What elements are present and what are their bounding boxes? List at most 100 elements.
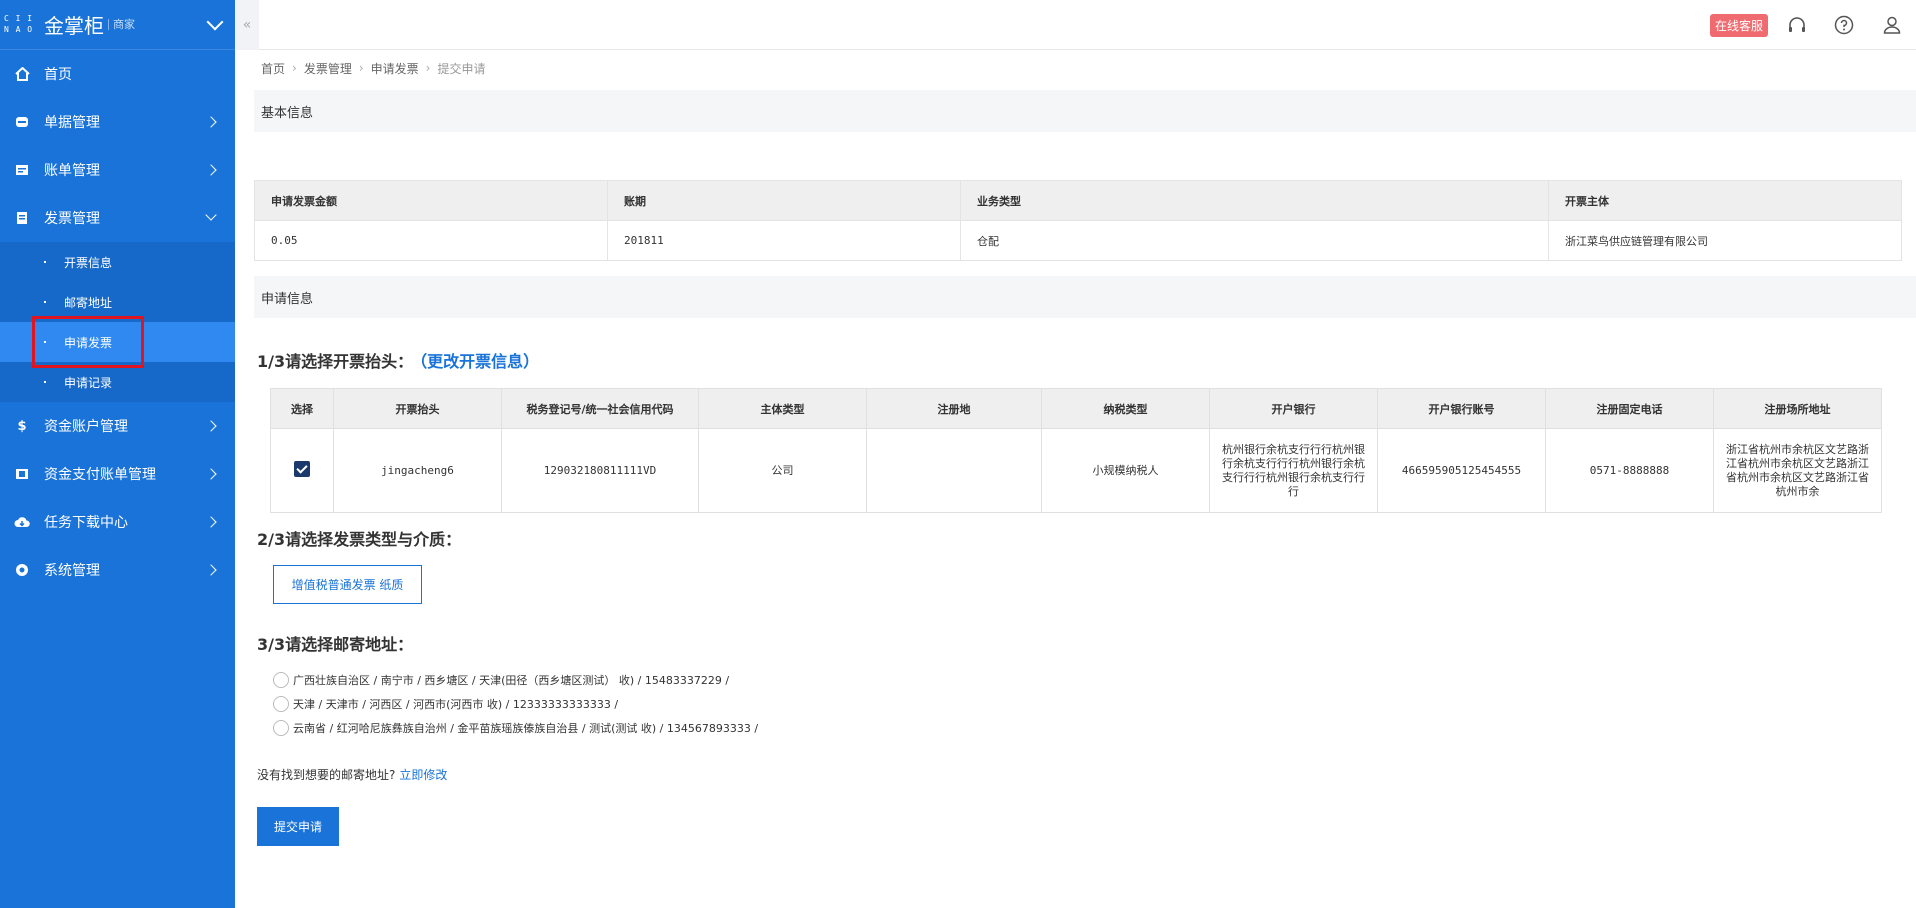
breadcrumb-separator-icon: › <box>425 61 431 75</box>
address-radio[interactable] <box>273 696 289 712</box>
step2-title: 2/3请选择发票类型与介质： <box>257 530 462 549</box>
chevron-down-icon[interactable] <box>206 13 224 30</box>
table-cell-amount: 0.05 <box>254 220 608 261</box>
column-header: 业务类型 <box>960 180 1549 221</box>
column-header: 开户银行账号 <box>1377 388 1546 429</box>
breadcrumb-item[interactable]: 首页 <box>261 60 285 77</box>
document-icon <box>14 114 30 130</box>
payment-icon <box>14 466 30 482</box>
breadcrumb-separator-icon: › <box>358 61 364 75</box>
logo-bar: C I IN A O 金掌柜 商家 <box>0 0 235 50</box>
table-row: jingacheng6 129032180811111VD 公司 小规模纳税人 … <box>270 428 1882 513</box>
sidebar-subitem-invoice-info[interactable]: 开票信息 <box>0 242 235 282</box>
chevron-down-icon <box>205 209 217 221</box>
top-bar: « 在线客服 <box>235 0 1916 50</box>
change-invoice-info-link[interactable]: （更改开票信息） <box>419 352 539 371</box>
cloud-download-icon <box>14 514 30 530</box>
column-header: 账期 <box>607 180 961 221</box>
table-cell-address: 浙江省杭州市余杭区文艺路浙江省杭州市余杭区文艺路浙江省杭州市余杭区文艺路浙江省杭… <box>1713 428 1882 513</box>
column-header: 注册固定电话 <box>1545 388 1714 429</box>
column-header: 开户银行 <box>1209 388 1378 429</box>
sidebar-item-label: 发票管理 <box>44 211 100 227</box>
bill-icon <box>14 162 30 178</box>
app-title: 金掌柜 <box>44 14 104 38</box>
bullet-icon <box>44 261 46 263</box>
sidebar-item-label: 资金账户管理 <box>44 419 128 435</box>
address-option[interactable]: 天津 / 天津市 / 河西区 / 河西市(河西市 收) / 1233333333… <box>273 694 618 714</box>
address-option[interactable]: 广西壮族自治区 / 南宁市 / 西乡塘区 / 天津(田径（西乡塘区测试） 收) … <box>273 670 729 690</box>
breadcrumb-current: 提交申请 <box>437 61 486 76</box>
sidebar-item-fund-payment-bills[interactable]: 资金支付账单管理 <box>0 450 235 498</box>
table-cell-bank: 杭州银行余杭支行行行杭州银行余杭支行行行杭州银行余杭支行行行杭州银行余杭支行行行 <box>1209 428 1378 513</box>
column-header: 纳税类型 <box>1041 388 1210 429</box>
invoice-icon <box>14 210 30 226</box>
chevron-right-icon <box>205 564 217 576</box>
basic-info-table: 申请发票金额 账期 业务类型 开票主体 0.05 201811 仓配 浙江菜鸟供… <box>254 180 1902 261</box>
table-cell-account: 466595905125454555 <box>1377 428 1546 513</box>
dollar-icon: $ <box>17 418 27 434</box>
breadcrumb-item[interactable]: 发票管理 <box>304 60 352 77</box>
breadcrumb-separator-icon: › <box>292 61 297 75</box>
invoice-header-table: 选择 开票抬头 税务登记号/统一社会信用代码 主体类型 注册地 纳税类型 开户银… <box>270 388 1882 513</box>
address-radio[interactable] <box>273 672 289 688</box>
table-cell-reg-place <box>866 428 1042 513</box>
user-icon[interactable] <box>1880 13 1904 37</box>
select-checkbox[interactable] <box>294 460 310 477</box>
online-service-badge[interactable]: 在线客服 <box>1710 14 1769 37</box>
sidebar-item-documents[interactable]: 单据管理 <box>0 98 235 146</box>
breadcrumb: 首页 › 发票管理 › 申请发票 › 提交申请 <box>235 50 1916 86</box>
sidebar-item-system[interactable]: 系统管理 <box>0 546 235 594</box>
chevron-right-icon <box>205 164 217 176</box>
collapse-sidebar-button[interactable]: « <box>235 0 259 50</box>
table-cell-period: 201811 <box>607 220 961 261</box>
hint-text: 没有找到想要的邮寄地址? <box>257 768 396 782</box>
sidebar-item-label: 资金支付账单管理 <box>44 467 156 483</box>
sidebar-item-label: 系统管理 <box>44 563 100 579</box>
column-header: 注册场所地址 <box>1713 388 1882 429</box>
step1-title: 1/3请选择开票抬头： （更改开票信息） <box>257 348 539 372</box>
step3-title: 3/3请选择邮寄地址： <box>257 635 414 654</box>
sidebar-subitem-label: 邮寄地址 <box>64 295 113 310</box>
chevron-right-icon <box>205 468 217 480</box>
column-header: 申请发票金额 <box>254 180 608 221</box>
table-cell-entity-type: 公司 <box>698 428 867 513</box>
breadcrumb-item[interactable]: 申请发票 <box>371 60 419 77</box>
sidebar-item-bills[interactable]: 账单管理 <box>0 146 235 194</box>
sidebar-item-label: 任务下载中心 <box>44 515 128 531</box>
sidebar-item-download-center[interactable]: 任务下载中心 <box>0 498 235 546</box>
column-header: 开票主体 <box>1548 180 1902 221</box>
sidebar-item-home[interactable]: 首页 <box>0 50 235 98</box>
column-header: 主体类型 <box>698 388 867 429</box>
column-header: 开票抬头 <box>333 388 502 429</box>
highlight-annotation <box>32 316 144 368</box>
sidebar-subitem-label: 申请记录 <box>64 375 113 390</box>
table-cell-business-type: 仓配 <box>960 220 1549 261</box>
column-header: 注册地 <box>866 388 1042 429</box>
table-row: 0.05 201811 仓配 浙江菜鸟供应链管理有限公司 <box>254 220 1902 261</box>
home-icon <box>14 66 30 82</box>
table-cell-tax-type: 小规模纳税人 <box>1041 428 1210 513</box>
address-text: 天津 / 天津市 / 河西区 / 河西市(河西市 收) / 1233333333… <box>293 698 619 711</box>
address-text: 云南省 / 红河哈尼族彝族自治州 / 金平苗族瑶族傣族自治县 / 测试(测试 收… <box>293 722 759 735</box>
apply-info-header: 申请信息 <box>254 276 1916 318</box>
basic-info-header: 基本信息 <box>254 90 1916 132</box>
invoice-type-option-button[interactable]: 增值税普通发票 纸质 <box>273 565 422 604</box>
table-cell-header: jingacheng6 <box>333 428 502 513</box>
address-radio[interactable] <box>273 720 289 736</box>
sidebar-subitem-apply-records[interactable]: 申请记录 <box>0 362 235 402</box>
main-content: 首页 › 发票管理 › 申请发票 › 提交申请 基本信息 申请发票金额 账期 业… <box>235 50 1916 908</box>
column-header: 选择 <box>270 388 334 429</box>
chevron-right-icon <box>205 420 217 432</box>
sidebar-item-label: 账单管理 <box>44 163 100 179</box>
sidebar-item-label: 首页 <box>44 67 72 83</box>
edit-address-link[interactable]: 立即修改 <box>399 768 447 782</box>
sidebar-item-fund-accounts[interactable]: $ 资金账户管理 <box>0 402 235 450</box>
sidebar-item-label: 单据管理 <box>44 115 100 131</box>
help-icon[interactable] <box>1832 13 1856 37</box>
address-option[interactable]: 云南省 / 红河哈尼族彝族自治州 / 金平苗族瑶族傣族自治县 / 测试(测试 收… <box>273 718 758 738</box>
table-cell-select <box>270 428 334 513</box>
bullet-icon <box>44 381 46 383</box>
submit-button[interactable]: 提交申请 <box>257 807 339 846</box>
headset-icon[interactable] <box>1785 13 1809 37</box>
sidebar-item-invoices[interactable]: 发票管理 <box>0 194 235 242</box>
